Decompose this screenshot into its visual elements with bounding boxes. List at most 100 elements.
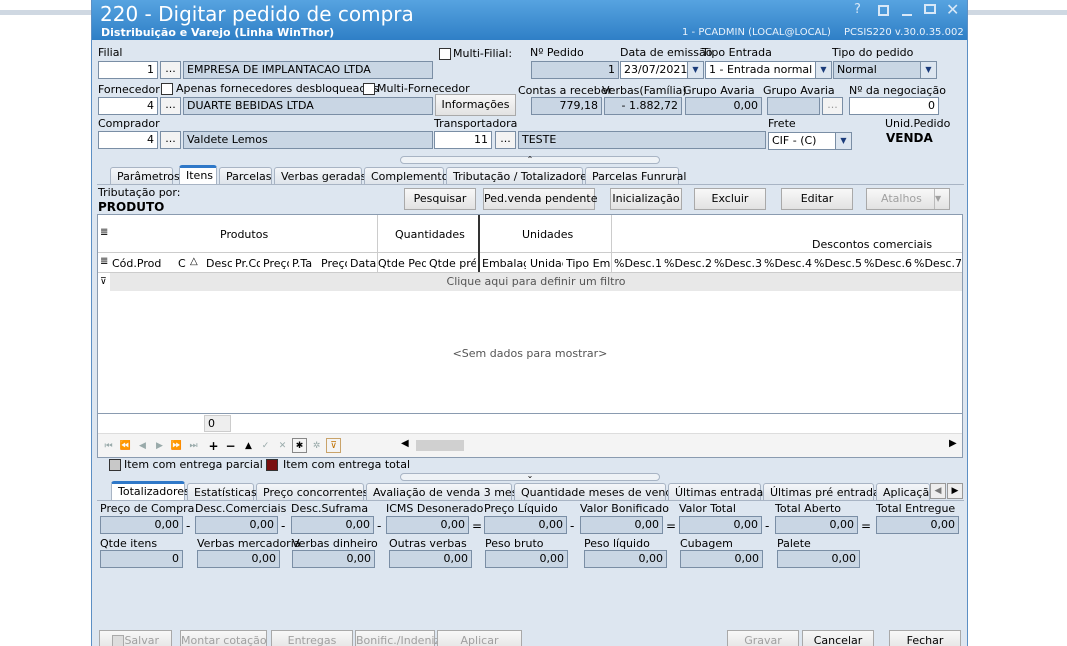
delete-record-icon[interactable]: − (223, 438, 238, 453)
montar-cotacao-button[interactable]: Montar cotação (180, 630, 267, 646)
items-grid[interactable]: ≣ Produtos Quantidades Unidades Desconto… (97, 214, 963, 458)
col-unidade[interactable]: Unidad (530, 257, 563, 270)
add-record-icon[interactable]: + (206, 438, 221, 453)
tab-totalizadores[interactable]: Totalizadores (111, 481, 190, 501)
tab-parcelas[interactable]: Parcelas (219, 167, 272, 185)
excluir-button[interactable]: Excluir (694, 188, 766, 210)
cancelar-button[interactable]: Cancelar (802, 630, 874, 646)
tab-itens[interactable]: Itens (179, 165, 217, 185)
transportadora-search-button[interactable]: ... (495, 131, 516, 149)
multi-fornecedor-checkbox[interactable] (363, 83, 375, 95)
salvar-button[interactable]: Salvar (99, 630, 172, 646)
col-embalagem[interactable]: Embalage (482, 257, 526, 270)
col-desc1[interactable]: %Desc.1 (614, 257, 662, 270)
tab-tributacao[interactable]: Tributação / Totalizadores (446, 167, 593, 185)
col-desc2[interactable]: %Desc.2 (664, 257, 712, 270)
col-cod-prod[interactable]: Cód.Prod (112, 257, 174, 270)
edit-record-icon[interactable]: ▲ (241, 438, 256, 453)
apenas-desbloq-checkbox[interactable] (161, 83, 173, 95)
prev-record-icon[interactable]: ◀ (135, 438, 150, 453)
multi-filial-checkbox[interactable] (439, 48, 451, 60)
transportadora-code-input[interactable]: 11 (434, 131, 492, 149)
filter-record-icon[interactable]: ⊽ (326, 438, 341, 453)
atalhos-button[interactable]: Atalhos ▼ (866, 188, 950, 210)
col-desc[interactable]: Desc (206, 257, 232, 270)
splitter-handle[interactable]: ⌃ (400, 156, 660, 164)
col-desc6[interactable]: %Desc.6 (864, 257, 912, 270)
column-chooser-icon[interactable]: ≣ (100, 227, 108, 238)
col-qtde-pre[interactable]: Qtde pré (429, 257, 476, 270)
bonific-indeniz-button[interactable]: Bonific./Indeniz. (355, 630, 444, 646)
filial-code-input[interactable]: 1 (98, 61, 158, 79)
close-icon[interactable]: ✕ (946, 0, 959, 19)
comprador-code-input[interactable]: 4 (98, 131, 158, 149)
tab-estatisticas[interactable]: Estatísticas (187, 483, 257, 501)
chevron-down-icon[interactable]: ▼ (815, 62, 831, 78)
tab-ultimas-entradas[interactable]: Últimas entradas (668, 483, 769, 501)
first-record-icon[interactable]: ⏮ (101, 438, 116, 453)
next-page-icon[interactable]: ⏩ (169, 438, 184, 453)
entregas-button[interactable]: Entregas (271, 630, 353, 646)
filial-search-button[interactable]: ... (160, 61, 181, 79)
filter-icon[interactable]: ⊽ (100, 277, 107, 287)
horizontal-scrollbar-thumb[interactable] (416, 440, 464, 451)
tab-parcelas-funrural[interactable]: Parcelas Funrural (585, 167, 686, 185)
col-desc5[interactable]: %Desc.5 (814, 257, 862, 270)
chevron-down-icon[interactable]: ▼ (835, 133, 851, 149)
scroll-left-icon[interactable]: ◀ (401, 438, 409, 449)
chevron-down-icon[interactable]: ▼ (920, 62, 936, 78)
tab-quantidade-meses[interactable]: Quantidade meses de venda (514, 483, 679, 501)
col-c[interactable]: C (178, 257, 186, 270)
tab-ultimas-pre-entradas[interactable]: Últimas pré entradas (763, 483, 885, 501)
pesquisar-button[interactable]: Pesquisar (404, 188, 476, 210)
frete-select[interactable]: CIF - (C) ▼ (768, 132, 852, 150)
fornecedor-code-input[interactable]: 4 (98, 97, 158, 115)
maximize-icon[interactable] (924, 4, 936, 14)
ped-venda-pendente-button[interactable]: Ped.venda pendente (483, 188, 597, 210)
col-qtde-ped[interactable]: Qtde Ped (378, 257, 426, 270)
tab-avaliacao-venda[interactable]: Avaliação de venda 3 meses (366, 483, 530, 501)
chevron-down-icon[interactable]: ▼ (687, 62, 703, 78)
refresh-icon[interactable]: ✱ (292, 438, 307, 453)
col-pr-co[interactable]: Pr.Co (235, 257, 260, 270)
bookmark-icon[interactable]: ✲ (309, 438, 324, 453)
next-record-icon[interactable]: ▶ (152, 438, 167, 453)
fornecedor-search-button[interactable]: ... (160, 97, 181, 115)
tipo-entrada-select[interactable]: 1 - Entrada normal ▼ (705, 61, 832, 79)
col-preco-1[interactable]: Preço (263, 257, 289, 270)
comprador-search-button[interactable]: ... (160, 131, 181, 149)
prev-page-icon[interactable]: ⏪ (118, 438, 133, 453)
tab-parametros[interactable]: Parâmetros (110, 167, 180, 185)
last-record-icon[interactable]: ⏭ (186, 438, 201, 453)
inicializacao-button[interactable]: Inicialização (610, 188, 682, 210)
aplicar-button[interactable]: Aplicar (437, 630, 522, 646)
fechar-button[interactable]: Fechar (889, 630, 961, 646)
col-desc4[interactable]: %Desc.4 (764, 257, 812, 270)
chevron-down-icon[interactable]: ▼ (934, 189, 949, 209)
tab-aplicacao[interactable]: Aplicação (876, 483, 930, 501)
post-edit-icon[interactable]: ✓ (258, 438, 273, 453)
tab-preco-concorrentes[interactable]: Preço concorrentes (256, 483, 368, 501)
col-data[interactable]: Data (350, 257, 376, 270)
filter-row[interactable]: Clique aqui para definir um filtro (110, 273, 962, 291)
col-desc7[interactable]: %Desc.7 (914, 257, 962, 270)
num-negociacao-input[interactable]: 0 (849, 97, 939, 115)
col-tipo-emb[interactable]: Tipo Emb (566, 257, 610, 270)
tab-complemento[interactable]: Complemento (364, 167, 448, 185)
col-desc3[interactable]: %Desc.3 (714, 257, 762, 270)
gravar-button[interactable]: Gravar (727, 630, 799, 646)
scroll-right-icon[interactable]: ▶ (949, 438, 957, 449)
editar-button[interactable]: Editar (781, 188, 853, 210)
splitter-handle[interactable]: ⌄ (400, 472, 660, 481)
tab-scroll-right-icon[interactable]: ▶ (947, 483, 963, 499)
grupo-avaria-search-button[interactable]: ... (822, 97, 843, 115)
col-preco-2[interactable]: Preço (321, 257, 347, 270)
data-emissao-picker[interactable]: 23/07/2021 ▼ (620, 61, 704, 79)
tab-scroll-left-icon[interactable]: ◀ (930, 483, 946, 499)
col-p-ta[interactable]: P.Ta (292, 257, 318, 270)
tab-verbas-geradas[interactable]: Verbas geradas (274, 167, 366, 185)
cancel-edit-icon[interactable]: ✕ (275, 438, 290, 453)
informacoes-button[interactable]: Informações (435, 94, 516, 116)
restore-icon[interactable] (878, 5, 889, 16)
help-button[interactable]: ? (854, 2, 861, 17)
